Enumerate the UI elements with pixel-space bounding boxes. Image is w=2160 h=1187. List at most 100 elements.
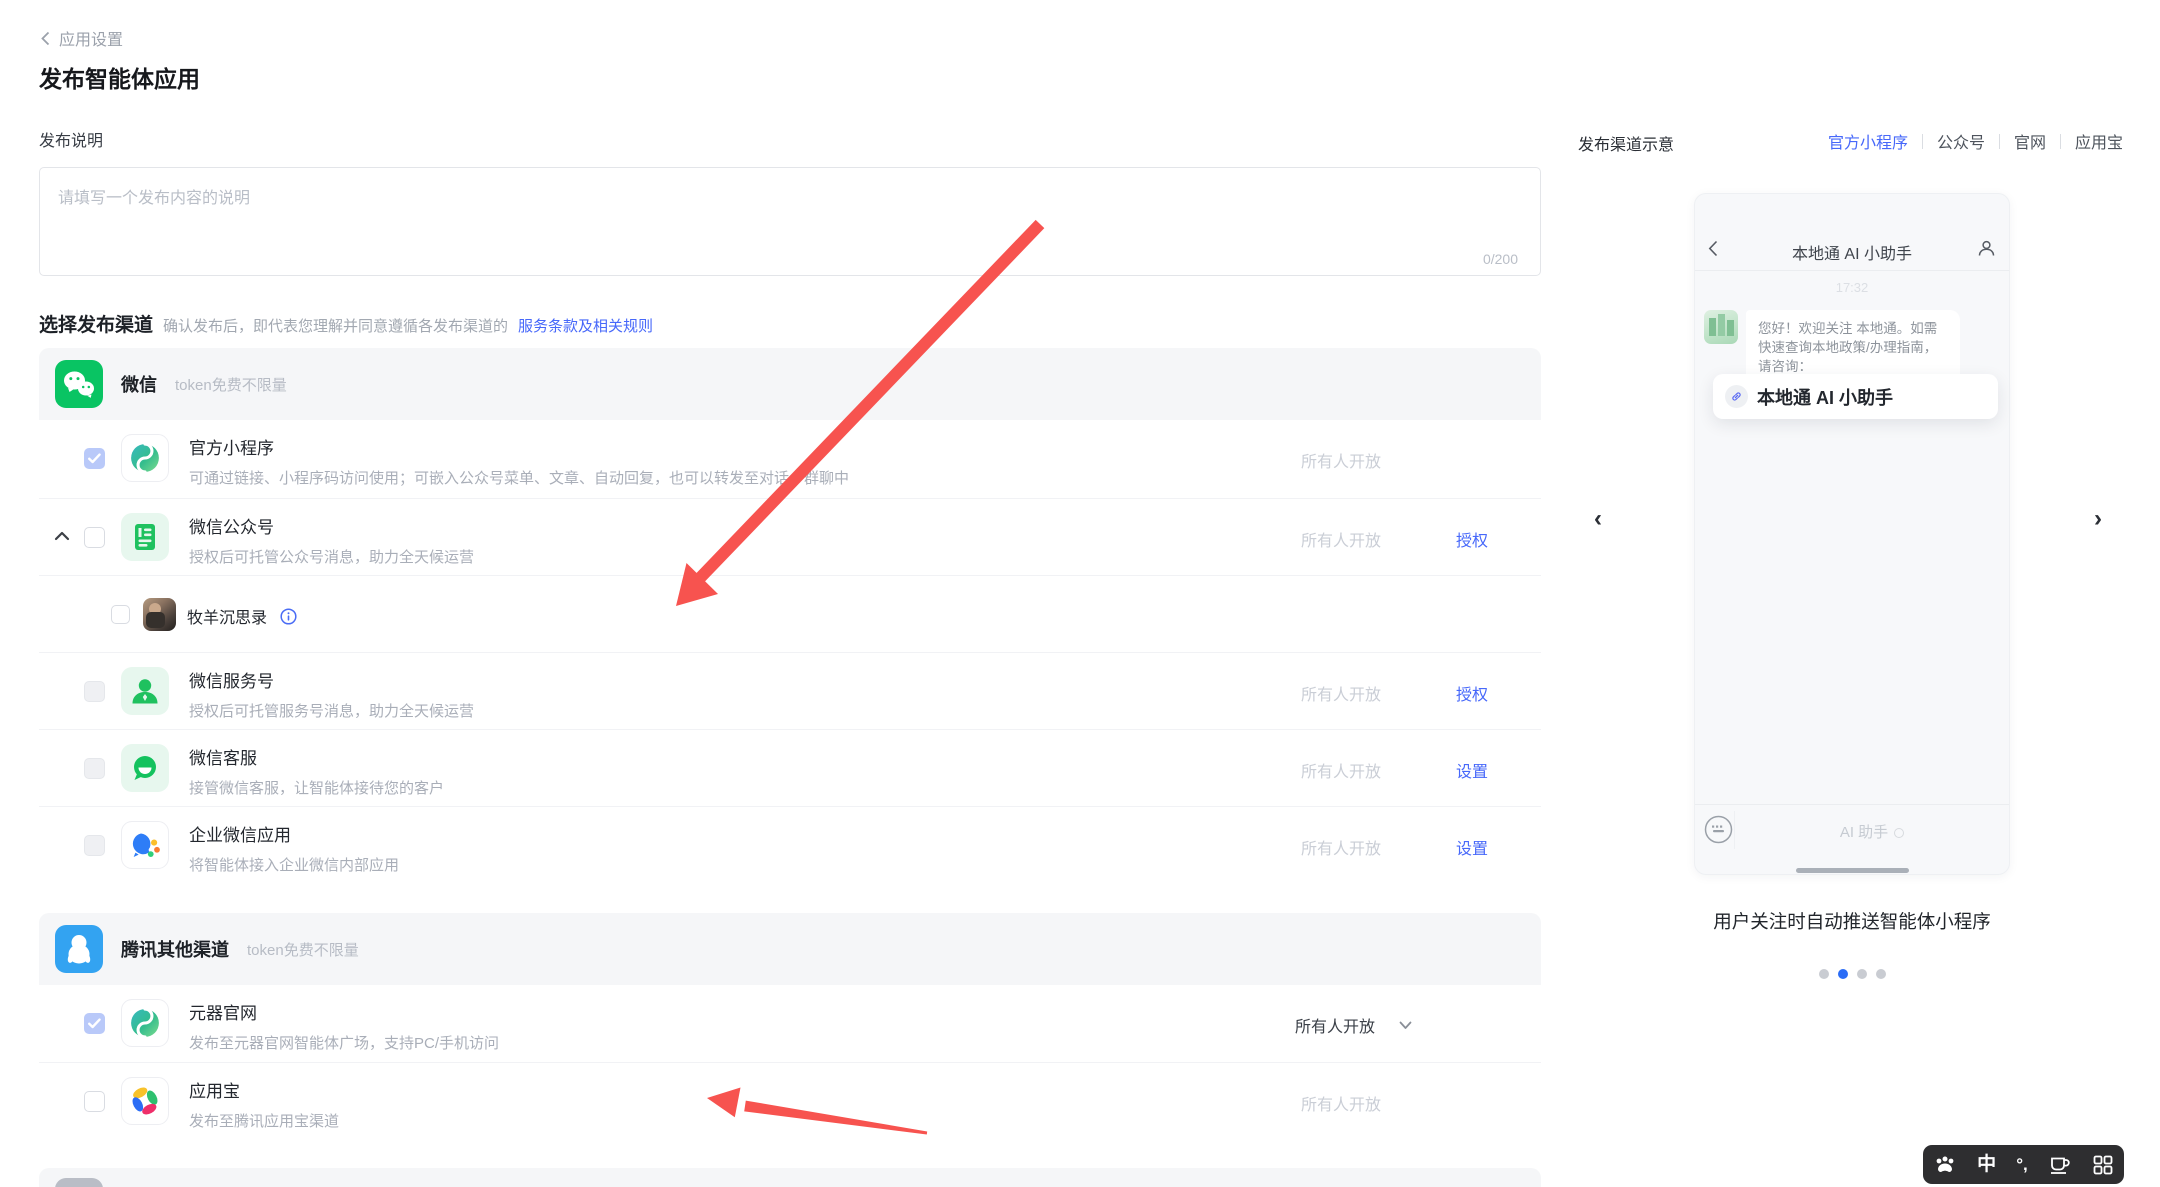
phone-timestamp: 17:32 — [1835, 280, 1869, 295]
carousel-dot-3[interactable] — [1856, 969, 1867, 979]
wecom-icon — [121, 821, 169, 869]
row-title: 应用宝 — [189, 1082, 240, 1101]
section-tencent-other-token-note: token免费不限量 — [247, 941, 359, 959]
row-title: 元器官网 — [189, 1004, 257, 1023]
phone-chat-title: 本地通 AI 小助手 — [1791, 246, 1912, 263]
section-tencent-other-header: 腾讯其他渠道 token免费不限量 — [39, 913, 1541, 985]
carousel-dot-4[interactable] — [1875, 969, 1886, 979]
row-bound-account: 牧羊沉思录 — [39, 575, 1541, 652]
section-wechat-header: 微信 token免费不限量 — [39, 348, 1541, 420]
carousel-dots — [1694, 969, 2010, 979]
row-title: 企业微信应用 — [189, 826, 291, 845]
settings-button[interactable]: 设置 — [1456, 758, 1488, 782]
miniprogram-card[interactable]: 本地通 AI 小助手 — [1713, 374, 1998, 419]
checkbox-official-account[interactable] — [84, 527, 105, 548]
tab-yingyongbao[interactable]: 应用宝 — [2075, 129, 2123, 153]
info-icon[interactable] — [280, 607, 297, 625]
publish-note-label: 发布说明 — [39, 133, 104, 150]
service-account-icon — [121, 667, 169, 715]
carousel-dot-1[interactable] — [1818, 969, 1829, 979]
row-desc: 将智能体接入企业微信内部应用 — [189, 857, 400, 874]
checkbox-customer-service[interactable] — [84, 758, 105, 779]
carousel-next-button[interactable]: › — [2094, 505, 2102, 533]
tab-separator — [1921, 133, 1923, 149]
qq-icon — [55, 925, 103, 973]
row-title: 微信客服 — [189, 749, 257, 768]
authorize-button[interactable]: 授权 — [1456, 681, 1488, 705]
access-scope-label: 所有人开放 — [1301, 454, 1382, 471]
row-title: 官方小程序 — [189, 439, 274, 458]
preview-panel-title: 发布渠道示意 — [1578, 137, 1675, 154]
page-title: 发布智能体应用 — [39, 66, 200, 92]
ime-toolbar: 中 °, — [1923, 1145, 2124, 1184]
wechat-icon — [55, 360, 103, 408]
section-wechat-token-note: token免费不限量 — [175, 376, 287, 394]
carousel-prev-button[interactable]: ‹ — [1594, 505, 1602, 533]
chinese-mode-icon[interactable]: 中 — [1977, 1155, 1996, 1174]
section-tencent-other-name: 腾讯其他渠道 — [121, 940, 229, 960]
row-desc: 接管微信客服，让智能体接待您的客户 — [189, 780, 445, 797]
checkbox-yingyongbao[interactable] — [84, 1091, 105, 1112]
phone-input-bar: AI 助手 — [1695, 804, 2009, 854]
bound-account-name: 牧羊沉思录 — [187, 610, 268, 627]
section-tencent-other: 腾讯其他渠道 token免费不限量 元器官网 发布至元器官网智能体广场，支持PC… — [39, 913, 1541, 1139]
link-icon — [1725, 385, 1748, 408]
keyboard-icon[interactable] — [1704, 815, 1733, 844]
tab-separator — [2059, 133, 2061, 149]
row-wecom-app: 企业微信应用 将智能体接入企业微信内部应用 所有人开放 设置 — [39, 806, 1541, 883]
chevron-down-icon — [1399, 1021, 1412, 1029]
row-yuanqi-website: 元器官网 发布至元器官网智能体广场，支持PC/手机访问 所有人开放 — [39, 985, 1541, 1062]
checkbox-service-account[interactable] — [84, 681, 105, 702]
apps-grid-icon[interactable] — [2092, 1154, 2114, 1176]
section-wechat-name: 微信 — [121, 375, 157, 395]
tab-separator — [1998, 133, 2000, 149]
row-title: 微信服务号 — [189, 672, 274, 691]
tab-official-account[interactable]: 公众号 — [1937, 129, 1985, 153]
access-scope-value: 所有人开放 — [1295, 1019, 1376, 1036]
channel-select-heading: 选择发布渠道 确认发布后，即代表您理解并同意遵循各发布渠道的 服务条款及相关规则 — [39, 310, 653, 337]
authorize-button[interactable]: 授权 — [1456, 527, 1488, 551]
phone-mockup: 本地通 AI 小助手 17:32 您好！欢迎关注 本地通。如需快速查询本地政策/… — [1694, 193, 2010, 875]
row-official-miniprogram: 官方小程序 可通过链接、小程序码访问使用；可嵌入公众号菜单、文章、自动回复，也可… — [39, 420, 1541, 498]
access-scope-label: 所有人开放 — [1301, 1097, 1382, 1114]
input-panel-icon[interactable] — [2048, 1154, 2072, 1176]
row-wechat-official-account: 微信公众号 授权后可托管公众号消息，助力全天候运营 所有人开放 授权 — [39, 498, 1541, 575]
row-title: 微信公众号 — [189, 518, 274, 537]
yuanqi-swirl-icon — [121, 434, 169, 482]
carousel-dot-2[interactable] — [1837, 969, 1848, 979]
checkbox-bound-account[interactable] — [111, 605, 130, 624]
tab-official-miniprogram[interactable]: 官方小程序 — [1828, 129, 1908, 153]
punctuation-mode-icon[interactable]: °, — [2016, 1156, 2028, 1173]
row-desc: 授权后可托管公众号消息，助力全天候运营 — [189, 549, 475, 566]
tab-website[interactable]: 官网 — [2014, 129, 2046, 153]
row-wechat-service-account: 微信服务号 授权后可托管服务号消息，助力全天候运营 所有人开放 授权 — [39, 652, 1541, 729]
row-desc: 发布至腾讯应用宝渠道 — [189, 1113, 340, 1130]
section-next-partial — [39, 1168, 1541, 1187]
checkbox-wecom-app[interactable] — [84, 835, 105, 856]
publish-note-box: 0/200 — [39, 167, 1541, 276]
publish-agent-page: 应用设置 发布智能体应用 发布说明 0/200 选择发布渠道 确认发布后，即代表… — [0, 0, 2160, 1187]
official-account-icon — [121, 513, 169, 561]
checkbox-official-miniprogram[interactable] — [84, 448, 105, 469]
section-wechat: 微信 token免费不限量 官方小程序 可通过链接、小程序码访问使用；可嵌入公众… — [39, 348, 1541, 883]
access-scope-dropdown[interactable]: 所有人开放 — [1295, 1013, 1412, 1037]
access-scope-label: 所有人开放 — [1301, 533, 1382, 550]
publish-note-input[interactable] — [40, 168, 1540, 246]
back-chevron-icon — [41, 31, 50, 45]
breadcrumb-label: 应用设置 — [59, 32, 124, 49]
terms-link[interactable]: 服务条款及相关规则 — [518, 315, 653, 336]
row-yingyongbao: 应用宝 发布至腾讯应用宝渠道 所有人开放 — [39, 1062, 1541, 1139]
customer-service-icon — [121, 744, 169, 792]
settings-button[interactable]: 设置 — [1456, 835, 1488, 859]
checkbox-yuanqi-website[interactable] — [84, 1013, 105, 1034]
paw-icon[interactable] — [1933, 1154, 1957, 1176]
yingyongbao-icon — [121, 1077, 169, 1125]
ai-assistant-label: AI 助手 — [1839, 824, 1889, 841]
preview-tabs: 官方小程序 公众号 官网 应用宝 — [1828, 129, 2123, 153]
phone-input-placeholder[interactable]: AI 助手 — [1735, 821, 2009, 842]
row-desc: 授权后可托管服务号消息，助力全天候运营 — [189, 703, 475, 720]
collapse-chevron-icon[interactable] — [54, 530, 70, 542]
status-ring-icon — [1894, 828, 1905, 838]
breadcrumb-back[interactable]: 应用设置 — [41, 26, 123, 50]
access-scope-label: 所有人开放 — [1301, 764, 1382, 781]
